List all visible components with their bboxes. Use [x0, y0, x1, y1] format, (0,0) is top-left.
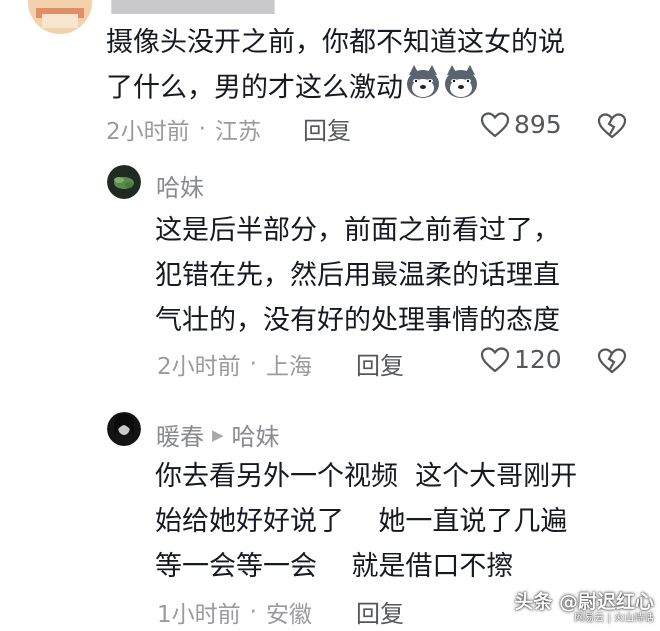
separator-dot: · — [198, 116, 206, 142]
like-button[interactable]: 120 — [480, 345, 562, 374]
avatar[interactable] — [107, 165, 141, 199]
comment-line: 犯错在先，然后用最温柔的话理直 — [155, 260, 560, 291]
comment-username[interactable]: 暖春 ▶ 哈妹 — [156, 417, 280, 452]
like-button[interactable]: 895 — [480, 110, 562, 139]
watermark-sub: 网易云 | 火山诗话 — [574, 613, 654, 624]
comment-line: 气壮的，没有好的处理事情的态度 — [155, 305, 560, 336]
separator-dot: · — [249, 599, 257, 625]
separator-dot: · — [249, 351, 257, 377]
comment-meta: 1小时前 · 安徽 — [157, 595, 312, 629]
comment-text: 你去看另外一个视频 这个大哥刚开 始给她好好说了 她一直说了几遍 等一会等一会 … — [155, 454, 577, 589]
comment-location: 上海 — [265, 354, 312, 380]
broken-heart-icon — [597, 348, 627, 374]
comment-time: 2小时前 — [106, 119, 190, 145]
avatar-image — [107, 412, 141, 446]
comment-meta: 2小时前 · 上海 — [157, 347, 312, 381]
username-text: 暖春 — [156, 423, 204, 451]
dislike-button[interactable] — [597, 112, 627, 144]
reply-arrow-icon: ▶ — [212, 425, 224, 444]
reply-button[interactable]: 回复 — [303, 111, 351, 146]
avatar-image — [28, 0, 92, 34]
comment-line: 摄像头没开之前，你都不知道这女的说 — [106, 27, 565, 58]
reply-to-username[interactable]: 哈妹 — [232, 417, 280, 452]
comment-line: 等一会等一会 就是借口不擦 — [155, 551, 514, 582]
comment-line: 你去看另外一个视频 这个大哥刚开 — [155, 461, 578, 492]
dislike-button[interactable] — [597, 347, 627, 379]
reply-button[interactable]: 回复 — [356, 594, 404, 629]
comment-text: 摄像头没开之前，你都不知道这女的说 了什么，男的才这么激动 — [106, 20, 565, 113]
avatar-image — [107, 165, 141, 199]
watermark-main: 头条 @尉迟红心 — [514, 591, 654, 613]
comment-time: 2小时前 — [157, 354, 241, 380]
husky-emoji-icon — [405, 65, 441, 113]
avatar[interactable] — [107, 412, 141, 446]
comment-text: 这是后半部分，前面之前看过了， 犯错在先，然后用最温柔的话理直 气壮的，没有好的… — [155, 208, 560, 343]
comment-line: 了什么，男的才这么激动 — [106, 65, 565, 113]
comment-time: 1小时前 — [157, 602, 241, 628]
avatar[interactable] — [28, 0, 92, 34]
comment-line: 始给她好好说了 她一直说了几遍 — [155, 506, 568, 537]
broken-heart-icon — [597, 113, 627, 139]
comment-username-cropped: ▆▆▆▆▆▆▆▆▆ — [111, 0, 275, 14]
comment-line: 这是后半部分，前面之前看过了， — [155, 215, 560, 246]
username-text: 哈妹 — [156, 174, 204, 202]
husky-emoji-icon — [443, 65, 479, 113]
watermark: 头条 @尉迟红心 网易云 | 火山诗话 — [514, 591, 654, 625]
comment-username[interactable]: 哈妹 — [156, 168, 204, 203]
comment-location: 安徽 — [265, 602, 312, 628]
heart-icon — [480, 346, 510, 372]
like-count: 120 — [514, 345, 562, 374]
comment-location: 江苏 — [214, 119, 261, 145]
heart-icon — [480, 111, 510, 137]
like-count: 895 — [514, 110, 562, 139]
comment-meta: 2小时前 · 江苏 — [106, 112, 261, 146]
reply-button[interactable]: 回复 — [356, 346, 404, 381]
